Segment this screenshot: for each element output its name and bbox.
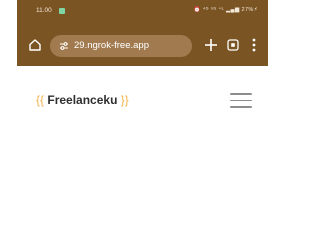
logo-open-brace: {{ — [36, 93, 45, 107]
status-time: 11.00 — [36, 7, 52, 14]
logo-name: Freelanceku — [47, 93, 118, 107]
url-text[interactable]: 29.ngrok-free.app — [74, 40, 149, 51]
hamburger-menu-icon[interactable] — [230, 93, 252, 108]
browser-chrome: 11.00 ⏰ ⁴ᴳ ⁵ᴳ ⁺ᴸ ▂▄▆ 27%⚡ 29.ngrok-free.… — [17, 0, 268, 66]
logo-close-brace: }} — [120, 93, 129, 107]
site-logo[interactable]: {{ Freelanceku }} — [36, 93, 129, 107]
menu-dots-icon[interactable] — [252, 38, 256, 52]
site-settings-icon[interactable] — [59, 41, 69, 51]
browser-toolbar: 29.ngrok-free.app — [17, 30, 268, 60]
status-indicators: ⏰ ⁴ᴳ ⁵ᴳ ⁺ᴸ ▂▄▆ 27%⚡ — [193, 7, 258, 13]
address-bar[interactable]: 29.ngrok-free.app — [50, 35, 192, 57]
tab-switcher-icon[interactable] — [227, 39, 239, 51]
notification-icon — [59, 8, 65, 14]
status-bar: 11.00 ⏰ ⁴ᴳ ⁵ᴳ ⁺ᴸ ▂▄▆ 27%⚡ — [17, 0, 268, 22]
home-icon[interactable] — [28, 38, 42, 52]
new-tab-icon[interactable] — [203, 37, 219, 53]
